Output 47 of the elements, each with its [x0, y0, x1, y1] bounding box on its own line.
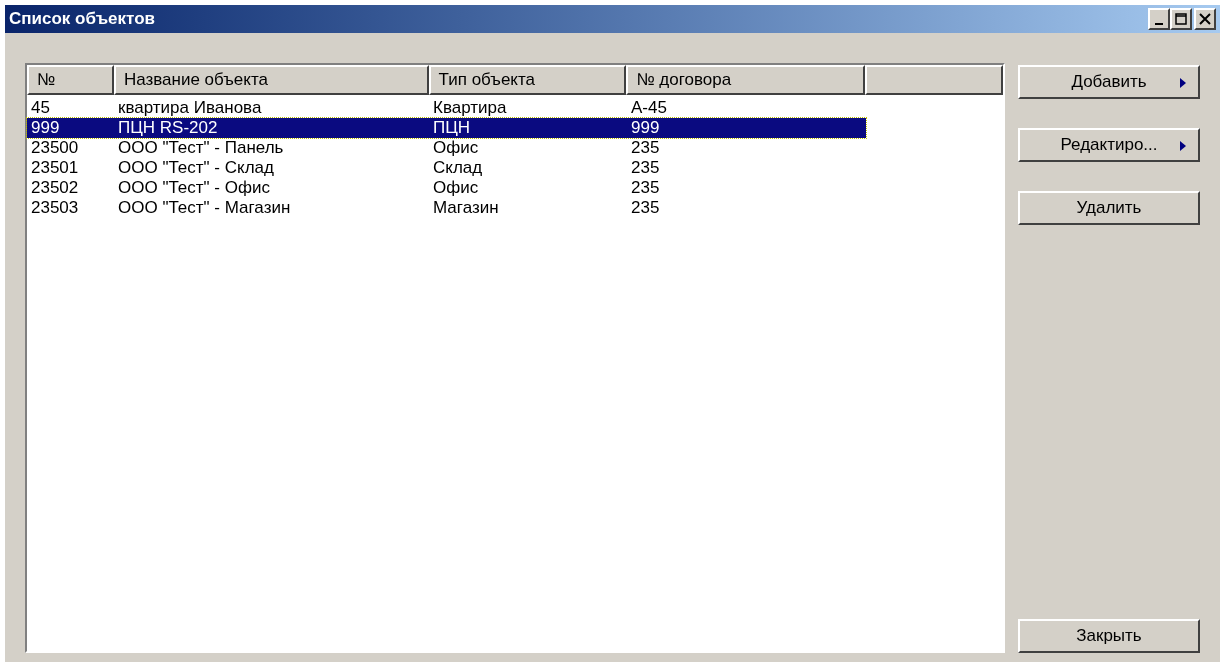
maximize-button[interactable]	[1170, 8, 1192, 30]
table-row[interactable]: 23501 ООО "Тест" - Склад Склад 235	[27, 158, 866, 178]
table-cell-text: Магазин	[432, 198, 500, 218]
table-cell-text: 999	[30, 118, 61, 138]
table-cell-text: 235	[630, 178, 661, 198]
table-row[interactable]: 23502 ООО "Тест" - Офис Офис 235	[27, 178, 866, 198]
table-row[interactable]: 999 ПЦН RS-202 ПЦН 999	[27, 118, 866, 138]
table-cell-text: 235	[630, 158, 661, 178]
table-cell-text: квартира Иванова	[117, 98, 263, 118]
table-cell-text: ООО "Тест" - Склад	[117, 158, 275, 178]
table-cell-text: ПЦН	[432, 118, 472, 138]
column-header[interactable]: Тип объекта	[428, 65, 627, 95]
minimize-button[interactable]	[1148, 8, 1170, 30]
triangle-right-icon	[1180, 141, 1186, 151]
table-cell-text: 23501	[30, 158, 80, 178]
table-cell-text: Офис	[432, 178, 480, 198]
close-button[interactable]	[1194, 8, 1216, 30]
table-cell-text: 23502	[30, 178, 80, 198]
menu-button[interactable]: Добавить	[1018, 65, 1200, 99]
table-cell-text: ПЦН RS-202	[117, 118, 219, 138]
column-header[interactable]: № договора	[626, 65, 866, 95]
table-cell-text: ООО "Тест" - Офис	[117, 178, 271, 198]
table-row[interactable]: 45 квартира Иванова Квартира А-45	[27, 98, 866, 118]
table-cell-text: ООО "Тест" - Панель	[117, 138, 285, 158]
menu-button[interactable]: Редактиро...	[1018, 128, 1200, 162]
table-cell-text: 999	[630, 118, 661, 138]
table-row[interactable]: 23503 ООО "Тест" - Магазин Магазин 235	[27, 198, 866, 218]
table-cell-text: Склад	[432, 158, 484, 178]
action-button[interactable]: Удалить	[1018, 191, 1200, 225]
column-header[interactable]: №	[27, 65, 114, 95]
table-cell-text: ООО "Тест" - Магазин	[117, 198, 292, 218]
table-row[interactable]: 23500 ООО "Тест" - Панель Офис 235	[27, 138, 866, 158]
action-button[interactable]: Закрыть	[1018, 619, 1200, 653]
triangle-right-icon	[1180, 78, 1186, 88]
close-icon	[1199, 13, 1211, 25]
table-cell-text: Квартира	[432, 98, 508, 118]
table-cell-text: Офис	[432, 138, 480, 158]
minimize-icon	[1155, 22, 1163, 25]
table-cell-text: 235	[630, 138, 661, 158]
table-cell-text: 45	[30, 98, 51, 118]
table-cell-text: 23503	[30, 198, 80, 218]
window-title: Список объектов	[9, 8, 156, 31]
table-cell-text: 23500	[30, 138, 80, 158]
table-cell-text: 235	[630, 198, 661, 218]
table-cell-text: А-45	[630, 98, 668, 118]
maximize-icon	[1175, 13, 1187, 25]
column-header[interactable]: Название объекта	[113, 65, 429, 95]
